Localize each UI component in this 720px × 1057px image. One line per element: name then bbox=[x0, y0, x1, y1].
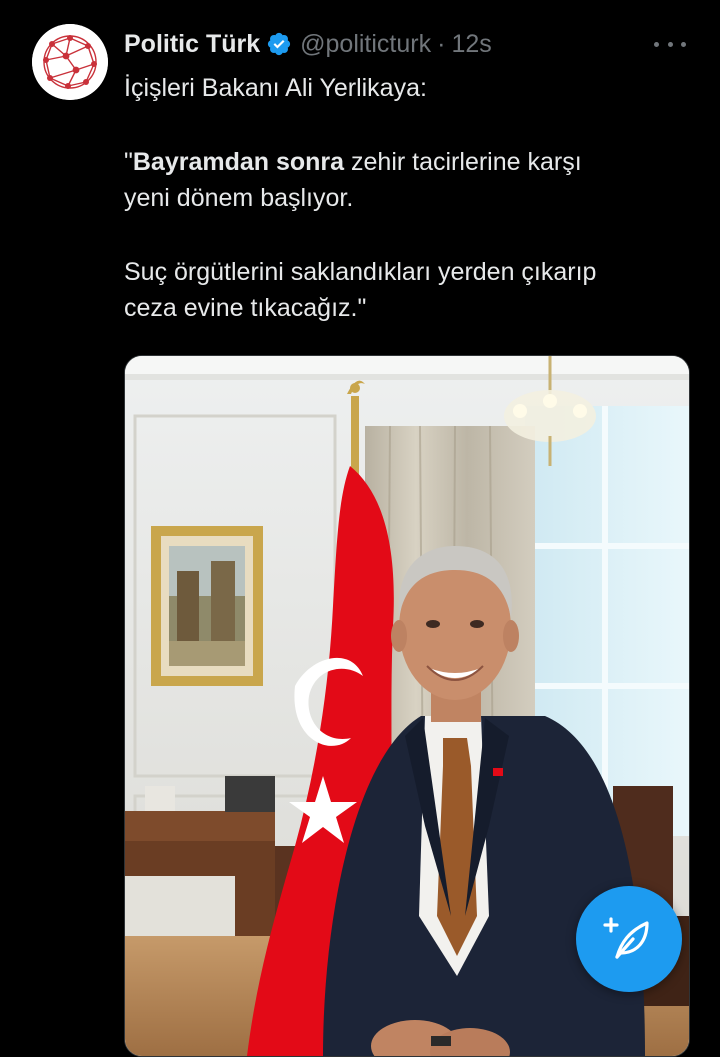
avatar[interactable] bbox=[32, 24, 108, 100]
timestamp[interactable]: 12s bbox=[451, 30, 491, 59]
quote-rest: zehir tacirlerine karşı bbox=[344, 148, 582, 176]
tweet-line: Suç örgütlerini saklandıkları yerden çık… bbox=[124, 258, 597, 286]
separator: · bbox=[437, 29, 446, 58]
compose-post-button[interactable] bbox=[576, 886, 682, 992]
tweet-quote-line: "Bayramdan sonra zehir tacirlerine karşı bbox=[124, 144, 694, 180]
handle[interactable]: @politicturk bbox=[300, 30, 431, 59]
display-name[interactable]: Politic Türk bbox=[124, 30, 260, 59]
quote-open: " bbox=[124, 148, 133, 176]
network-logo-icon bbox=[32, 24, 108, 100]
tweet-line: İçişleri Bakanı Ali Yerlikaya: bbox=[124, 74, 427, 102]
verified-badge-icon bbox=[266, 31, 292, 57]
tweet-header: Politic Türk @politicturk · 12s bbox=[124, 26, 700, 62]
tweet-line: yeni dönem başlıyor. bbox=[124, 184, 354, 212]
more-options-icon[interactable] bbox=[654, 30, 686, 58]
compose-post-icon bbox=[603, 917, 649, 959]
tweet-text: İçişleri Bakanı Ali Yerlikaya: "Bayramda… bbox=[124, 70, 694, 326]
bold-phrase: Bayramdan sonra bbox=[132, 148, 345, 176]
tweet-line: ceza evine tıkacağız." bbox=[124, 294, 367, 322]
